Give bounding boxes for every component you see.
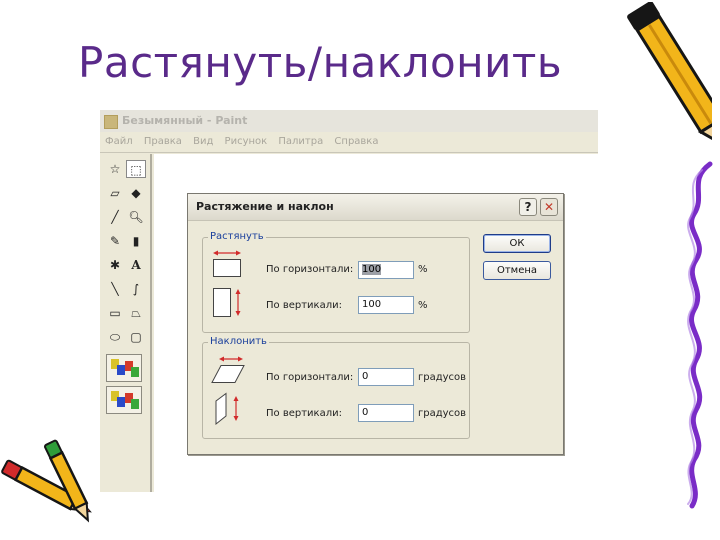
line-tool-icon[interactable]: ╲ (105, 280, 125, 298)
stretch-horizontal-value: 100 (362, 264, 382, 275)
rounded-rect-tool-icon[interactable]: ▢ (126, 328, 146, 346)
help-button[interactable]: ? (519, 198, 537, 216)
skew-group-label: Наклонить (208, 336, 269, 347)
stretch-vertical-icon (213, 288, 241, 317)
menu-file[interactable]: Файл (105, 136, 133, 147)
stretch-horizontal-input[interactable]: 100 (358, 261, 414, 279)
close-button[interactable]: ✕ (540, 198, 558, 216)
stretch-vertical-input[interactable]: 100 (358, 296, 414, 314)
menu-view[interactable]: Вид (193, 136, 213, 147)
menu-help[interactable]: Справка (334, 136, 378, 147)
ok-button[interactable]: ОК (483, 234, 551, 253)
menu-colors[interactable]: Палитра (278, 136, 323, 147)
free-select-tool-icon[interactable]: ☆ (105, 160, 125, 178)
stretch-vertical-label: По вертикали: (266, 300, 342, 311)
skew-horizontal-icon (211, 356, 245, 383)
skew-horizontal-label: По горизонтали: (266, 372, 354, 383)
airbrush-tool-icon[interactable]: ✱ (105, 256, 125, 274)
skew-vertical-input[interactable]: 0 (358, 404, 414, 422)
ellipse-tool-icon[interactable]: ⬭ (105, 328, 125, 346)
stretch-horizontal-unit: % (418, 264, 428, 275)
stretch-horizontal-label: По горизонтали: (266, 264, 354, 275)
menu-edit[interactable]: Правка (144, 136, 182, 147)
text-tool-icon[interactable]: A (126, 256, 146, 274)
slide-title: Растянуть/наклонить (78, 38, 563, 87)
paint-window-title: Безымянный - Paint (122, 114, 248, 127)
stretch-horizontal-icon (213, 250, 241, 277)
skew-vertical-unit: градусов (418, 408, 467, 419)
curve-tool-icon[interactable]: ∫ (126, 280, 146, 298)
pencil-top-right-decoration (627, 2, 712, 149)
skew-horizontal-input[interactable]: 0 (358, 368, 414, 386)
dialog-titlebar[interactable]: Растяжение и наклон ? ✕ (188, 194, 563, 221)
polygon-tool-icon[interactable]: ⏢ (126, 304, 146, 322)
pencil-tool-icon[interactable]: ✎ (105, 232, 125, 250)
eraser-tool-icon[interactable]: ▱ (105, 184, 125, 202)
skew-vertical-icon (215, 392, 239, 426)
magnifier-tool-icon[interactable]: 🔍︎ (126, 208, 146, 226)
opaque-option-icon[interactable] (106, 354, 142, 382)
skew-vertical-label: По вертикали: (266, 408, 342, 419)
stretch-group-label: Растянуть (208, 231, 266, 242)
rectangle-tool-icon[interactable]: ▭ (105, 304, 125, 322)
cancel-button[interactable]: Отмена (483, 261, 551, 280)
menu-image[interactable]: Рисунок (225, 136, 268, 147)
dialog-title: Растяжение и наклон (196, 200, 334, 213)
fill-tool-icon[interactable]: ◆ (126, 184, 146, 202)
paint-titlebar: Безымянный - Paint (100, 110, 598, 133)
stretch-vertical-unit: % (418, 300, 428, 311)
rect-select-tool-icon[interactable]: ⬚ (126, 160, 146, 178)
skew-horizontal-unit: градусов (418, 372, 467, 383)
pencils-bottom-left-decoration (1, 439, 92, 523)
stretch-skew-dialog: Растяжение и наклон ? ✕ Растянуть По гор… (187, 193, 564, 455)
paint-menubar: Файл Правка Вид Рисунок Палитра Справка (100, 132, 598, 153)
color-picker-tool-icon[interactable]: ╱ (105, 208, 125, 226)
brush-tool-icon[interactable]: ▮ (126, 232, 146, 250)
paint-app-icon (104, 115, 118, 129)
purple-squiggle-decoration (687, 161, 713, 509)
transparent-option-icon[interactable] (106, 386, 142, 414)
